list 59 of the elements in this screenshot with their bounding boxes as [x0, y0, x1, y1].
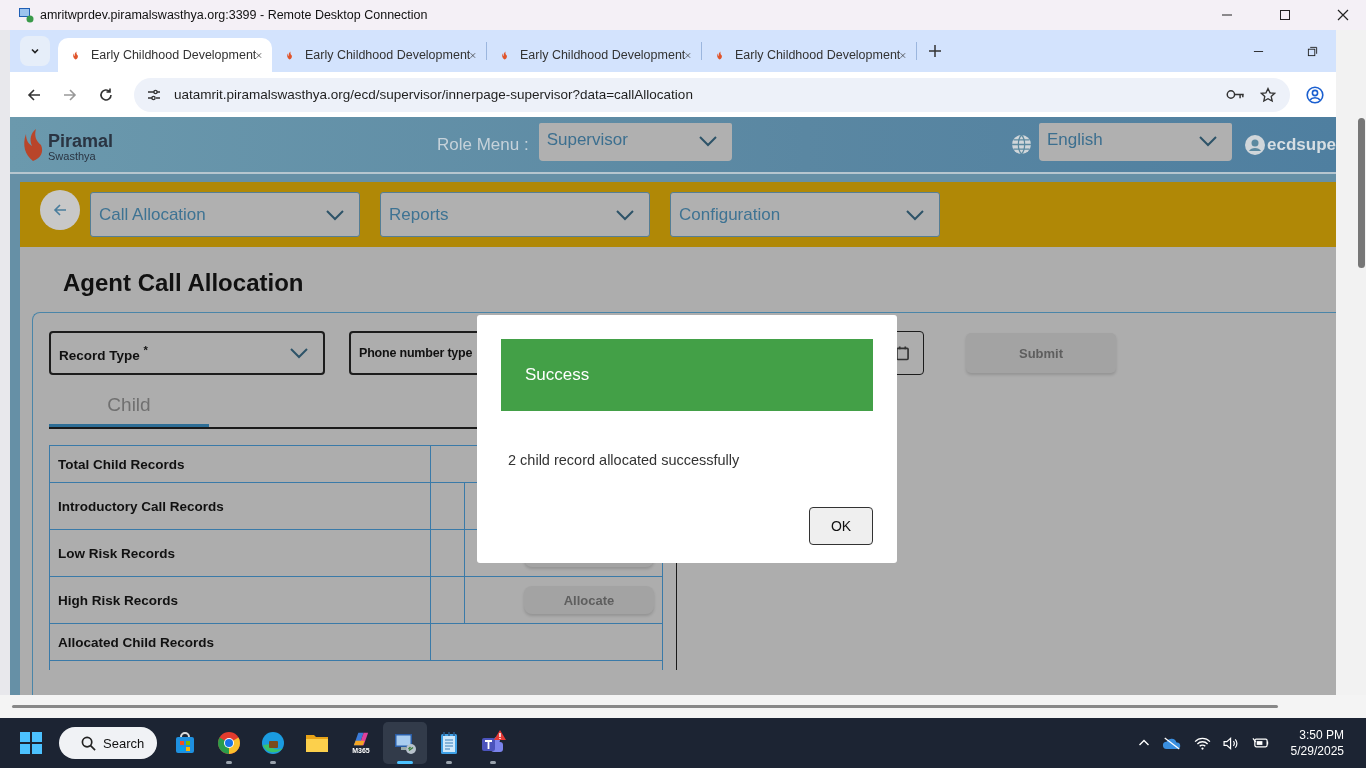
role-menu-label: Role Menu : — [437, 134, 529, 155]
table-cell: High Risk Records — [50, 577, 431, 623]
browser-tab[interactable]: Early Childhood Development — [487, 38, 701, 72]
globe-icon[interactable] — [1011, 134, 1032, 155]
wifi-icon[interactable] — [1193, 736, 1211, 750]
chevron-down-icon — [1198, 134, 1218, 147]
back-arrow-icon — [52, 201, 68, 218]
logo-subtitle: Swasthya — [48, 149, 97, 162]
search-field[interactable]: Search — [59, 727, 157, 759]
chevron-down-icon — [905, 208, 925, 221]
chevron-down-icon — [289, 347, 309, 359]
table-cell: Introductory Call Records — [50, 483, 431, 529]
store-bag-icon — [173, 731, 197, 755]
logo-name: Piramal — [48, 131, 114, 150]
page-title: Agent Call Allocation — [63, 269, 305, 297]
chrome-icon — [217, 731, 241, 755]
chevron-down-icon — [615, 208, 635, 221]
back-icon[interactable] — [26, 86, 42, 103]
chevron-down-icon — [30, 46, 40, 56]
close-icon[interactable] — [1337, 9, 1349, 21]
dialog-message: 2 child record allocated successfully — [508, 452, 741, 468]
search-icon — [81, 735, 96, 751]
profile-icon[interactable] — [1306, 85, 1324, 104]
chevron-down-icon — [697, 134, 718, 147]
chevron-down-icon — [325, 208, 345, 221]
key-icon[interactable] — [1226, 89, 1245, 100]
edge-icon — [261, 731, 285, 755]
monitor-icon — [18, 7, 34, 23]
taskbar-app[interactable] — [383, 722, 427, 764]
browser-tab[interactable]: Early Childhood Development — [58, 38, 272, 72]
ok-button[interactable]: OK — [809, 507, 873, 545]
monitor-icon — [393, 731, 417, 755]
cloud-icon[interactable] — [1161, 736, 1182, 750]
table-cell: Low Risk Records — [50, 530, 431, 576]
browser-tab[interactable]: Early Childhood Development — [272, 38, 486, 72]
user-icon — [1245, 134, 1265, 155]
maximize-icon[interactable] — [1279, 9, 1291, 21]
calendar-icon[interactable] — [896, 345, 909, 361]
start-icon[interactable] — [20, 732, 42, 754]
scrollbar-thumb[interactable] — [1358, 118, 1365, 268]
new-tab-icon[interactable] — [929, 45, 941, 57]
speaker-icon[interactable] — [1222, 736, 1240, 750]
window-title: amritwprdev.piramalswasthya.org:3399 - Remote Desktop Connection — [40, 8, 428, 22]
user-name: ecdsupe — [1267, 134, 1336, 155]
browser-tab[interactable]: Early Childhood Development — [702, 38, 916, 72]
battery-icon[interactable] — [1251, 737, 1269, 749]
table-cell: Allocated Child Records — [50, 624, 431, 660]
star-icon[interactable] — [1260, 86, 1276, 103]
clock-date[interactable]: 5/29/2025 — [1290, 743, 1344, 759]
restore-icon[interactable] — [1307, 45, 1318, 57]
reload-icon[interactable] — [98, 86, 114, 103]
flame-logo-icon — [22, 127, 44, 162]
record-type-select[interactable]: Record Type $^{*}$ — [49, 331, 325, 375]
scrollbar-thumb[interactable] — [12, 705, 1278, 708]
forward-icon[interactable] — [62, 86, 78, 103]
address-field[interactable]: uatamrit.piramalswasthya.org/ecd/supervisor/innerpage-supervisor?data=callAllocation — [134, 77, 1290, 112]
dialog-title: Success — [525, 365, 590, 385]
clock-time[interactable]: 3:50 PM — [1299, 727, 1344, 743]
table-cell: Total Child Records — [50, 446, 431, 482]
